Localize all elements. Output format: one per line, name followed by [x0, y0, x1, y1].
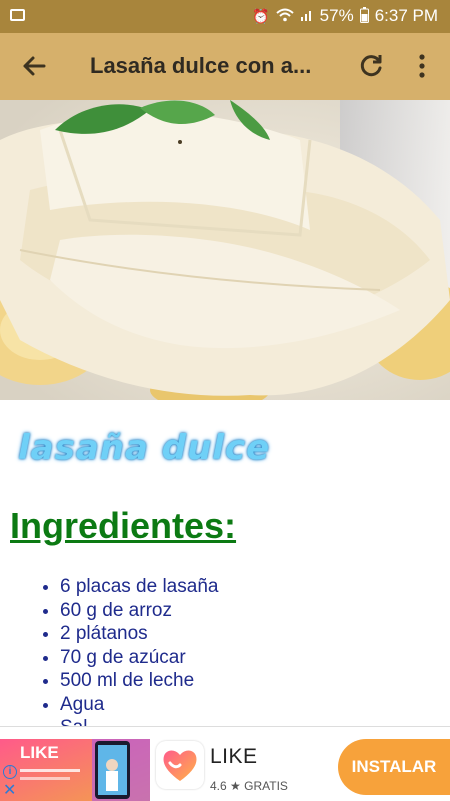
list-item: 6 placas de lasaña	[60, 575, 218, 599]
ingredients-list: 6 placas de lasaña 60 g de arroz 2 pláta…	[34, 575, 218, 740]
install-button[interactable]: INSTALAR	[338, 739, 450, 795]
battery-percent: 57%	[319, 6, 354, 25]
recipe-photo	[0, 100, 450, 400]
ad-promo-image[interactable]: LIKE	[0, 739, 150, 801]
list-item: 2 plátanos	[60, 622, 218, 646]
gallery-icon	[10, 9, 25, 21]
toolbar: Lasaña dulce con a...	[0, 33, 450, 100]
wifi-icon	[275, 8, 294, 25]
alarm-icon: ⏰	[252, 7, 270, 24]
star-icon: ★	[230, 779, 241, 793]
battery-icon	[359, 6, 369, 26]
price-label: GRATIS	[244, 779, 288, 793]
overflow-menu-icon[interactable]	[410, 51, 434, 81]
back-arrow-icon[interactable]	[18, 50, 50, 82]
list-item: 70 g de azúcar	[60, 646, 218, 670]
list-item: Agua	[60, 693, 218, 717]
ad-brand-text: LIKE	[20, 743, 59, 762]
status-icons: ⏰ 57% 6:37 PM	[252, 6, 438, 26]
list-item: 60 g de arroz	[60, 599, 218, 623]
list-item: 500 ml de leche	[60, 669, 218, 693]
clock: 6:37 PM	[374, 6, 438, 25]
lasagna-title-image: lasaña dulce	[18, 428, 271, 468]
ad-close-icon[interactable]: ✕	[3, 783, 16, 799]
page-title: Lasaña dulce con a...	[90, 53, 312, 78]
ad-info-icon[interactable]: i	[3, 765, 17, 779]
refresh-icon[interactable]	[356, 51, 386, 81]
ad-app-name: LIKE	[210, 745, 258, 768]
signal-icon	[300, 8, 314, 25]
ad-banner[interactable]: LIKE i ✕ LIKE 4.6 ★ GRATIS INSTALAR	[0, 726, 450, 801]
rating-value: 4.6	[210, 779, 227, 793]
like-app-icon[interactable]	[156, 741, 204, 789]
ad-rating: 4.6 ★ GRATIS	[210, 779, 288, 793]
ingredients-heading: Ingredientes:	[10, 505, 237, 546]
status-bar: ⏰ 57% 6:37 PM	[0, 0, 450, 33]
